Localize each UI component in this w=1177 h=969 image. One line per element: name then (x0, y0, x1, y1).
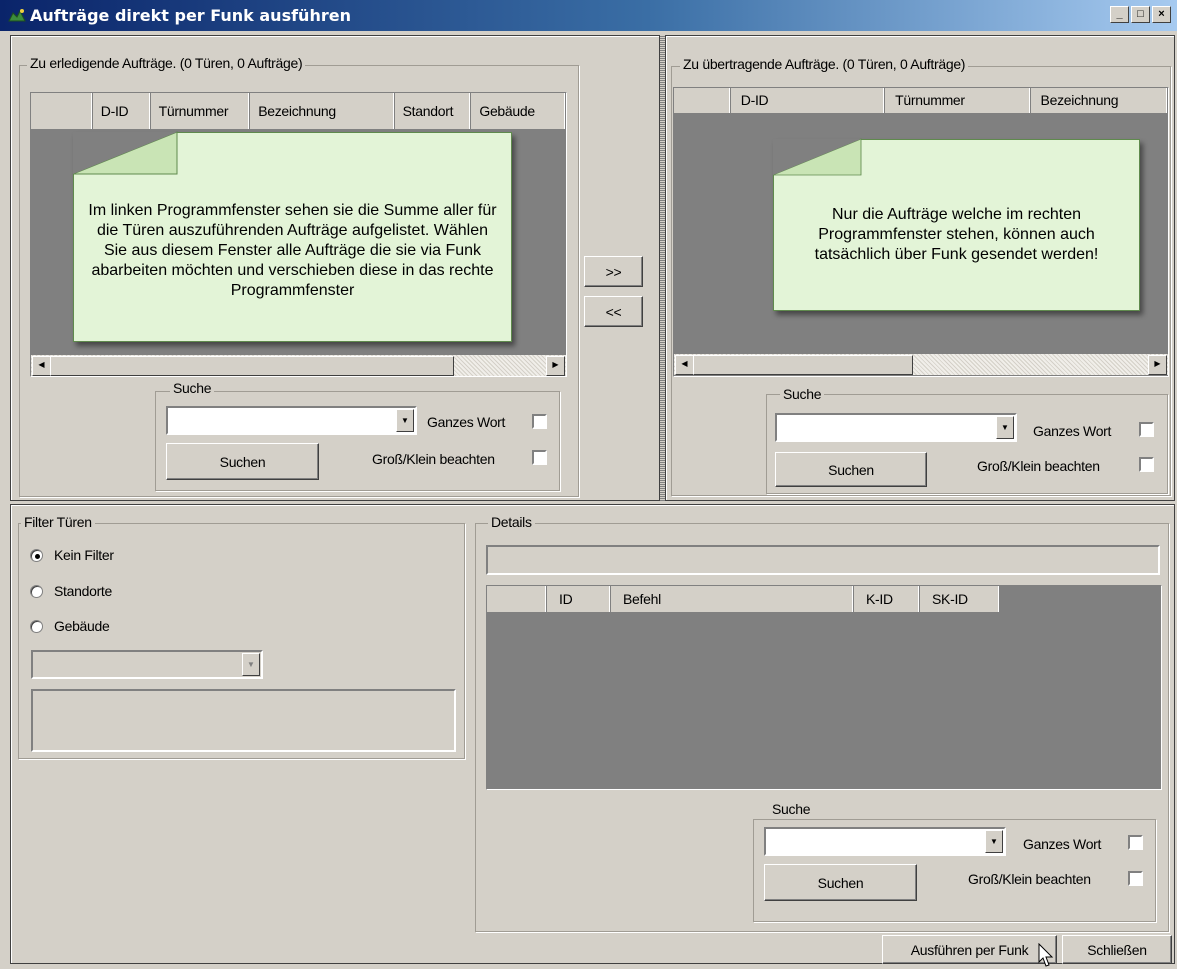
column-header-select[interactable] (487, 586, 547, 612)
chevron-down-icon[interactable]: ▼ (996, 416, 1014, 439)
scroll-left-icon[interactable]: ◀ (32, 356, 51, 376)
column-header-d-id[interactable]: D-ID (93, 93, 151, 129)
column-header-select[interactable] (674, 88, 731, 113)
mouse-cursor-icon (1038, 943, 1054, 967)
details-search-input[interactable]: ▼ (764, 827, 1006, 856)
details-case-checkbox[interactable] (1128, 871, 1143, 886)
minimize-button[interactable]: _ (1110, 6, 1129, 23)
chevron-down-icon[interactable]: ▼ (242, 653, 260, 676)
column-header-sk-id[interactable]: SK-ID (920, 586, 1000, 612)
left-help-callout: Im linken Programmfenster sehen sie die … (72, 131, 512, 342)
right-whole-word-checkbox[interactable] (1139, 422, 1154, 437)
close-button[interactable]: Schließen (1062, 935, 1172, 964)
execute-per-radio-button[interactable]: Ausführen per Funk (882, 935, 1057, 964)
scroll-right-icon[interactable]: ▶ (546, 356, 565, 376)
filter-list-box[interactable] (31, 689, 456, 752)
left-search-button[interactable]: Suchen (166, 443, 319, 480)
column-header-befehl[interactable]: Befehl (611, 586, 854, 612)
right-case-label: Groß/Klein beachten (977, 458, 1100, 474)
move-right-button[interactable]: >> (584, 256, 643, 287)
chevron-down-icon[interactable]: ▼ (396, 409, 414, 432)
details-whole-word-checkbox[interactable] (1128, 835, 1143, 850)
left-whole-word-checkbox[interactable] (532, 414, 547, 429)
details-list-header: ID Befehl K-ID SK-ID (487, 586, 1000, 612)
chevron-down-icon[interactable]: ▼ (985, 830, 1003, 853)
right-search-label: Suche (780, 386, 825, 402)
filter-group-label: Filter Türen (21, 514, 95, 530)
filter-radio-none[interactable] (30, 549, 43, 562)
details-search-button[interactable]: Suchen (764, 864, 917, 901)
right-case-checkbox[interactable] (1139, 457, 1154, 472)
left-help-text: Im linken Programmfenster sehen sie die … (88, 202, 497, 299)
column-header-d-id[interactable]: D-ID (731, 88, 886, 113)
move-left-button[interactable]: << (584, 296, 643, 327)
right-search-input[interactable]: ▼ (775, 413, 1017, 442)
maximize-button[interactable]: □ (1131, 6, 1150, 23)
column-header-id[interactable]: ID (547, 586, 611, 612)
callout-fold-icon (72, 131, 178, 175)
details-list[interactable]: ID Befehl K-ID SK-ID (486, 585, 1162, 790)
window-title: Aufträge direkt per Funk ausführen (30, 6, 351, 25)
left-orders-list-header: D-ID Türnummer Bezeichnung Standort Gebä… (31, 93, 566, 129)
details-search-label: Suche (769, 801, 814, 817)
right-whole-word-label: Ganzes Wort (1033, 423, 1112, 439)
column-header-select[interactable] (31, 93, 93, 129)
left-list-hscrollbar[interactable]: ◀ ▶ (31, 355, 566, 376)
left-whole-word-label: Ganzes Wort (427, 414, 506, 430)
column-header-bezeichnung[interactable]: Bezeichnung (250, 93, 395, 129)
callout-fold-icon (772, 138, 862, 176)
left-search-input[interactable]: ▼ (166, 406, 417, 435)
scroll-thumb[interactable] (50, 356, 454, 376)
filter-label-none: Kein Filter (54, 547, 114, 563)
app-icon (8, 9, 26, 22)
filter-radio-standorte[interactable] (30, 585, 43, 598)
details-case-label: Groß/Klein beachten (968, 871, 1091, 887)
left-orders-panel: Zu erledigende Aufträge. (0 Türen, 0 Auf… (10, 35, 660, 501)
details-group-label: Details (488, 514, 535, 530)
filter-radio-gebaeude[interactable] (30, 620, 43, 633)
details-group-label-text: Details (491, 514, 532, 530)
close-window-button[interactable]: × (1152, 6, 1171, 23)
right-search-button[interactable]: Suchen (775, 452, 927, 487)
filter-label-standorte: Standorte (54, 583, 113, 599)
left-search-label: Suche (170, 380, 215, 396)
right-orders-list-header: D-ID Türnummer Bezeichnung (674, 88, 1168, 113)
left-orders-group-label: Zu erledigende Aufträge. (0 Türen, 0 Auf… (27, 55, 306, 71)
column-header-k-id[interactable]: K-ID (854, 586, 920, 612)
scroll-left-icon[interactable]: ◀ (675, 355, 694, 375)
right-help-text: Nur die Aufträge welche im rechten Progr… (814, 206, 1099, 263)
bottom-panel: Filter Türen Kein Filter Standorte Gebäu… (10, 504, 1175, 967)
column-header-gebaeude[interactable]: Gebäude (471, 93, 566, 129)
column-header-tuernummer[interactable]: Türnummer (151, 93, 251, 129)
left-case-label: Groß/Klein beachten (372, 451, 495, 467)
filter-label-gebaeude: Gebäude (54, 618, 110, 634)
details-whole-word-label: Ganzes Wort (1023, 836, 1102, 852)
column-header-standort[interactable]: Standort (395, 93, 472, 129)
right-help-callout: Nur die Aufträge welche im rechten Progr… (772, 138, 1140, 311)
right-list-hscrollbar[interactable]: ◀ ▶ (674, 354, 1168, 375)
right-orders-panel: Zu übertragende Aufträge. (0 Türen, 0 Au… (665, 35, 1175, 501)
details-text-field[interactable] (486, 545, 1160, 575)
scroll-thumb[interactable] (693, 355, 913, 375)
column-header-bezeichnung[interactable]: Bezeichnung (1031, 88, 1168, 113)
title-bar[interactable]: Aufträge direkt per Funk ausführen _ □ × (0, 0, 1177, 31)
filter-select[interactable]: ▼ (31, 650, 263, 679)
right-orders-group-label: Zu übertragende Aufträge. (0 Türen, 0 Au… (680, 56, 969, 72)
left-case-checkbox[interactable] (532, 450, 547, 465)
scroll-right-icon[interactable]: ▶ (1148, 355, 1167, 375)
column-header-tuernummer[interactable]: Türnummer (885, 88, 1031, 113)
